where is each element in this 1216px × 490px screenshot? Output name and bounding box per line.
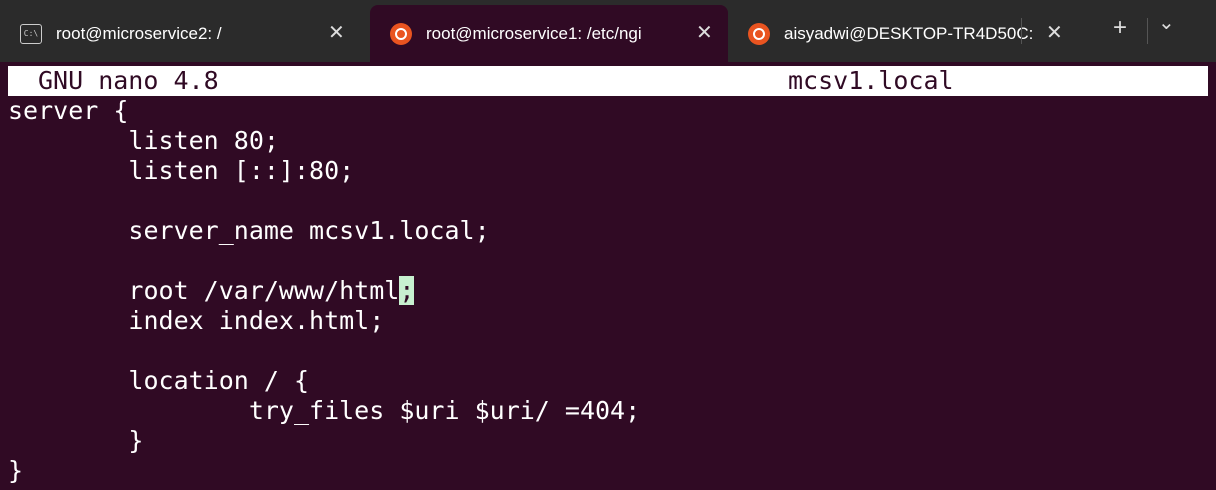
code-line: try_files $uri $uri/ =404; [8, 396, 641, 425]
dropdown-chevron-icon[interactable]: ⌄ [1158, 10, 1175, 35]
tab-microservice2[interactable]: C:\ root@microservice2: / ✕ [0, 5, 370, 62]
code-line: server_name mcsv1.local; [8, 216, 490, 245]
close-icon[interactable]: ✕ [696, 20, 713, 45]
tab-title: root@microservice1: /etc/ngi [426, 23, 642, 43]
close-icon[interactable]: ✕ [1046, 20, 1063, 45]
tab-title: aisyadwi@DESKTOP-TR4D50C: [784, 23, 1034, 43]
code-line: } [8, 456, 24, 485]
code-text: root /var/www/html [8, 276, 400, 305]
code-line: listen 80; [8, 126, 279, 155]
text-cursor: ; [399, 276, 415, 305]
nano-version: GNU nano 4.8 [38, 66, 219, 95]
nano-header: GNU nano 4.8 mcsv1.local [8, 66, 1208, 96]
new-tab-button[interactable]: + [1113, 14, 1127, 42]
ubuntu-icon [748, 22, 770, 45]
code-line-cursor: root /var/www/html; [0, 276, 1216, 306]
tab-bar: C:\ root@microservice2: / ✕ root@microse… [0, 0, 1216, 62]
code-line: server { [8, 96, 129, 125]
nano-filename: mcsv1.local [788, 66, 954, 95]
terminal[interactable]: GNU nano 4.8 mcsv1.local server { listen… [0, 66, 1216, 486]
tab-title: root@microservice2: / [56, 23, 222, 43]
code-line: index index.html; [8, 306, 385, 335]
divider [1147, 18, 1148, 44]
tab-desktop[interactable]: aisyadwi@DESKTOP-TR4D50C: ✕ [728, 5, 1080, 62]
divider [1021, 18, 1022, 44]
code-line: } [8, 426, 144, 455]
code-line: location / { [8, 366, 310, 395]
close-icon[interactable]: ✕ [328, 20, 345, 45]
tab-microservice1[interactable]: root@microservice1: /etc/ngi ✕ [370, 5, 728, 62]
ubuntu-icon [390, 22, 412, 45]
cmd-icon: C:\ [20, 23, 42, 44]
code-line: listen [::]:80; [8, 156, 355, 185]
